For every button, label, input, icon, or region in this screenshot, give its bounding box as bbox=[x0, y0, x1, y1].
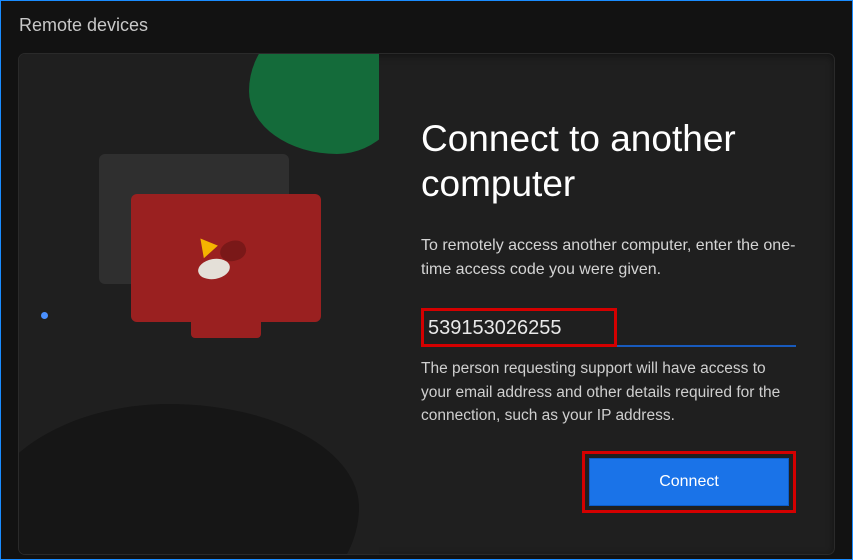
connect-card: Connect to another computer To remotely … bbox=[19, 54, 834, 554]
annotation-highlight-button: Connect bbox=[582, 451, 796, 513]
card-description: To remotely access another computer, ent… bbox=[421, 234, 796, 282]
illustration-panel bbox=[19, 54, 379, 554]
access-code-input[interactable] bbox=[428, 313, 608, 344]
annotation-highlight-code bbox=[421, 308, 617, 347]
decor-oval-white bbox=[197, 256, 232, 281]
page-title: Remote devices bbox=[19, 15, 834, 36]
card-title: Connect to another computer bbox=[421, 116, 796, 206]
decor-screen-shapes bbox=[196, 233, 256, 283]
header: Remote devices bbox=[1, 1, 852, 46]
decor-triangle-icon bbox=[200, 236, 219, 258]
decor-monitor-front bbox=[131, 194, 321, 322]
connect-button[interactable]: Connect bbox=[589, 458, 789, 506]
button-row: Connect bbox=[421, 451, 796, 513]
content-panel: Connect to another computer To remotely … bbox=[379, 54, 834, 554]
decor-blob-green bbox=[249, 54, 379, 154]
decor-blob-dark bbox=[19, 404, 359, 554]
access-code-field-wrap bbox=[421, 308, 796, 347]
carousel-dot-icon[interactable] bbox=[41, 312, 48, 319]
disclosure-text: The person requesting support will have … bbox=[421, 357, 796, 427]
